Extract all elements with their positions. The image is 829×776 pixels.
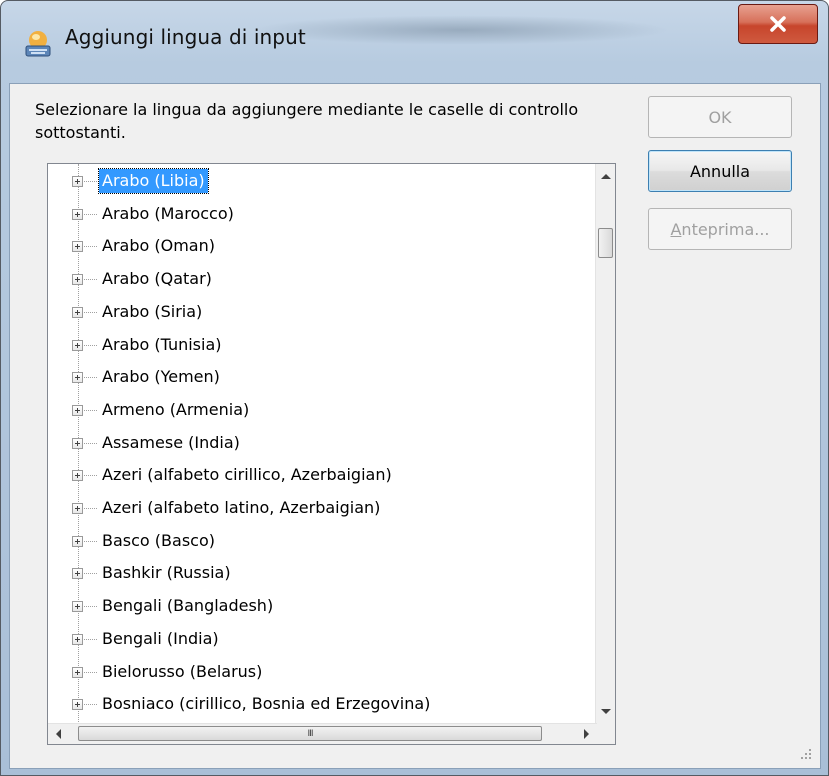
tree-item[interactable]: Bengali (Bangladesh) <box>48 589 597 622</box>
expand-plus-icon[interactable] <box>72 699 83 710</box>
vertical-scrollbar[interactable] <box>595 164 615 724</box>
tree-item-label: Bengali (India) <box>102 629 219 648</box>
tree-item[interactable]: Arabo (Tunisia) <box>48 328 597 361</box>
expand-plus-icon[interactable] <box>72 601 83 612</box>
tree-item-label: Basco (Basco) <box>102 531 215 550</box>
tree-item-label: Azeri (alfabeto cirillico, Azerbaigian) <box>102 465 392 484</box>
tree-item[interactable]: Armeno (Armenia) <box>48 393 597 426</box>
tree-branch-line <box>84 279 97 280</box>
tree-item-label: Arabo (Siria) <box>102 302 203 321</box>
tree-item[interactable]: Arabo (Qatar) <box>48 262 597 295</box>
scrollbar-corner <box>596 724 615 744</box>
window-title: Aggiungi lingua di input <box>65 25 306 49</box>
tree-branch-line <box>84 312 97 313</box>
tree-item-label: Arabo (Libia) <box>98 168 209 194</box>
tree-branch-line <box>84 639 97 640</box>
scroll-thumb-grip: III <box>307 728 314 739</box>
tree-item[interactable]: Azeri (alfabeto cirillico, Azerbaigian) <box>48 458 597 491</box>
tree-branch-line <box>84 573 97 574</box>
language-tree[interactable]: Arabo (Libia) Arabo (Marocco) Arabo (Oman)… <box>47 163 616 745</box>
dialog-window: Aggiungi lingua di input Selezionare la … <box>0 0 829 776</box>
tree-item[interactable]: Arabo (Oman) <box>48 229 597 262</box>
tree-item-label: Arabo (Yemen) <box>102 367 220 386</box>
expand-plus-icon[interactable] <box>72 634 83 645</box>
ok-button[interactable]: OK <box>648 96 792 138</box>
cancel-button[interactable]: Annulla <box>648 150 792 192</box>
preview-accelerator: A <box>670 219 682 239</box>
expand-plus-icon[interactable] <box>72 241 83 252</box>
expand-plus-icon[interactable] <box>72 372 83 383</box>
tree-branch-line <box>84 345 97 346</box>
tree-item[interactable]: Bengali (India) <box>48 622 597 655</box>
tree-item-label: Assamese (India) <box>102 433 240 452</box>
tree-item-label: Arabo (Qatar) <box>102 269 212 288</box>
tree-branch-line <box>84 410 97 411</box>
resize-grip-icon[interactable] <box>800 748 812 760</box>
expand-plus-icon[interactable] <box>72 503 83 514</box>
expand-plus-icon[interactable] <box>72 405 83 416</box>
expand-plus-icon[interactable] <box>72 176 83 187</box>
expand-plus-icon[interactable] <box>72 307 83 318</box>
expand-plus-icon[interactable] <box>72 536 83 547</box>
expand-plus-icon[interactable] <box>72 438 83 449</box>
tree-item-label: Arabo (Marocco) <box>102 204 234 223</box>
expand-plus-icon[interactable] <box>72 274 83 285</box>
tree-item-label: Bashkir (Russia) <box>102 563 231 582</box>
tree-item-label: Bengali (Bangladesh) <box>102 596 274 615</box>
dialog-client-area: Selezionare la lingua da aggiungere medi… <box>9 83 821 769</box>
expand-plus-icon[interactable] <box>72 568 83 579</box>
scroll-left-arrow-icon[interactable] <box>56 729 61 739</box>
tree-branch-line <box>84 181 97 182</box>
tree-branch-line <box>84 377 97 378</box>
tree-item-label: Arabo (Oman) <box>102 236 215 255</box>
tree-item[interactable]: Bielorusso (Belarus) <box>48 655 597 688</box>
title-glass-reflection <box>251 15 671 45</box>
close-button[interactable] <box>738 4 818 44</box>
instructions-text: Selezionare la lingua da aggiungere medi… <box>35 100 579 142</box>
tree-branch-line <box>84 672 97 673</box>
expand-plus-icon[interactable] <box>72 470 83 481</box>
tree-item[interactable]: Arabo (Siria) <box>48 295 597 328</box>
tree-item[interactable]: Arabo (Libia) <box>48 164 597 197</box>
tree-item[interactable]: Bosniaco (cirillico, Bosnia ed Erzegovin… <box>48 687 597 720</box>
vertical-scroll-thumb[interactable] <box>598 228 613 258</box>
tree-item-label: Azeri (alfabeto latino, Azerbaigian) <box>102 498 381 517</box>
tree-item-label: Armeno (Armenia) <box>102 400 250 419</box>
scroll-up-arrow-icon[interactable] <box>601 174 611 179</box>
expand-plus-icon[interactable] <box>72 209 83 220</box>
tree-branch-line <box>84 443 97 444</box>
horizontal-scrollbar[interactable]: III <box>48 723 597 744</box>
tree-branch-line <box>84 475 97 476</box>
tree-branch-line <box>84 508 97 509</box>
keyboard-globe-icon <box>25 31 51 57</box>
expand-plus-icon[interactable] <box>72 340 83 351</box>
tree-branch-line <box>84 246 97 247</box>
title-bar[interactable]: Aggiungi lingua di input <box>1 1 828 83</box>
tree-item-label: Arabo (Tunisia) <box>102 335 222 354</box>
tree-item[interactable]: Basco (Basco) <box>48 524 597 557</box>
preview-label: nteprima... <box>681 219 770 239</box>
tree-item-label: Bosniaco (cirillico, Bosnia ed Erzegovin… <box>102 694 431 713</box>
tree-item-label: Bielorusso (Belarus) <box>102 662 263 681</box>
scroll-down-arrow-icon[interactable] <box>601 709 611 714</box>
expand-plus-icon[interactable] <box>72 667 83 678</box>
tree-branch-line <box>84 704 97 705</box>
tree-item[interactable]: Arabo (Yemen) <box>48 360 597 393</box>
tree-item[interactable]: Assamese (India) <box>48 426 597 459</box>
scroll-right-arrow-icon[interactable] <box>584 729 589 739</box>
tree-branch-line <box>84 606 97 607</box>
preview-button[interactable]: Anteprima... <box>648 208 792 250</box>
tree-item[interactable]: Bashkir (Russia) <box>48 556 597 589</box>
tree-item[interactable]: Azeri (alfabeto latino, Azerbaigian) <box>48 491 597 524</box>
tree-items: Arabo (Libia) Arabo (Marocco) Arabo (Oman)… <box>48 164 597 724</box>
close-icon <box>770 16 786 32</box>
tree-branch-line <box>84 214 97 215</box>
horizontal-scroll-thumb[interactable]: III <box>78 726 542 741</box>
tree-branch-line <box>84 541 97 542</box>
tree-item[interactable]: Arabo (Marocco) <box>48 197 597 230</box>
